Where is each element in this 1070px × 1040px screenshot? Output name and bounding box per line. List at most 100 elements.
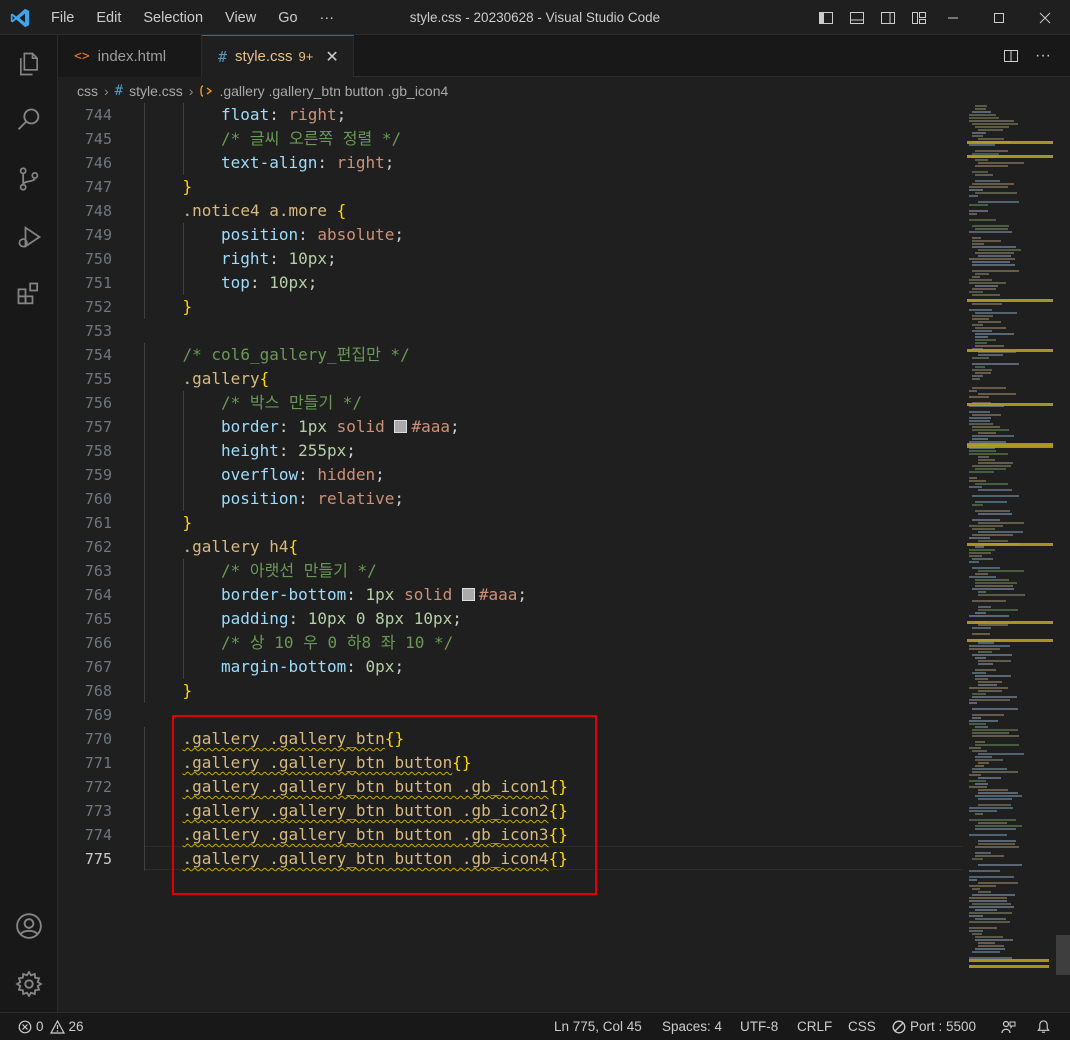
minimap-line — [969, 396, 989, 398]
encoding[interactable]: UTF-8 — [740, 1013, 778, 1040]
tab-style-css[interactable]: # style.css 9+ ✕ — [202, 35, 354, 77]
code-line[interactable]: 758 height: 255px; — [58, 439, 963, 463]
close-tab-icon[interactable]: ✕ — [325, 47, 338, 67]
problems-indicator[interactable]: 0 26 — [18, 1013, 84, 1040]
code-line[interactable]: 744 float: right; — [58, 103, 963, 127]
minimap-line — [969, 204, 988, 206]
code-line[interactable]: 746 text-align: right; — [58, 151, 963, 175]
code-line[interactable]: 757 border: 1px solid #aaa; — [58, 415, 963, 439]
minimap-line — [969, 420, 990, 422]
code-line[interactable]: 768} — [58, 679, 963, 703]
code-line[interactable]: 754 /* col6_gallery_편집만 */ — [58, 343, 963, 367]
minimap-warning-marker — [969, 965, 1049, 968]
close-window-icon[interactable] — [1022, 0, 1068, 35]
minimize-icon[interactable] — [930, 0, 976, 35]
menu-selection[interactable]: Selection — [132, 10, 214, 26]
code-editor[interactable]: 744 float: right; 745 /* 글씨 오른쪽 정렬 */ 746 tex… — [58, 103, 963, 1012]
code-line[interactable]: 748 .notice4 a.more { — [58, 199, 963, 223]
code-line[interactable]: 750 right: 10px; — [58, 247, 963, 271]
minimap-line — [978, 462, 1013, 464]
indent-guide — [144, 799, 145, 823]
minimap-line — [969, 885, 996, 887]
indent-guide — [144, 583, 145, 607]
line-number: 761 — [84, 514, 112, 532]
minimap-line — [972, 567, 1000, 569]
code-line[interactable]: 766 /* 상 10 우 0 하8 좌 10 */ — [58, 631, 963, 655]
tab-index-html[interactable]: <> index.html — [58, 35, 202, 77]
source-control-icon[interactable] — [0, 155, 58, 203]
notifications-bell-icon[interactable] — [1036, 1013, 1051, 1040]
code-token: { — [336, 201, 347, 220]
account-icon[interactable] — [0, 902, 58, 950]
minimap-line — [975, 345, 1004, 347]
extensions-icon[interactable] — [0, 270, 58, 318]
css-file-icon: # — [114, 83, 124, 99]
minimap-warning-marker — [967, 621, 1053, 624]
toggle-primary-sidebar-icon[interactable] — [810, 0, 841, 35]
language-mode[interactable]: CSS — [848, 1013, 876, 1040]
code-line[interactable]: 753 — [58, 319, 963, 343]
color-swatch[interactable] — [461, 587, 475, 601]
code-token: margin-bottom — [221, 657, 347, 676]
code-line[interactable]: 761} — [58, 511, 963, 535]
toggle-secondary-sidebar-icon[interactable] — [872, 0, 903, 35]
menu-file[interactable]: File — [40, 10, 85, 26]
code-line[interactable]: 751 top: 10px; — [58, 271, 963, 295]
code-line[interactable]: 752} — [58, 295, 963, 319]
menu-go[interactable]: Go — [267, 10, 308, 26]
feedback-icon[interactable] — [1000, 1013, 1016, 1040]
menu-edit[interactable]: Edit — [85, 10, 132, 26]
code-line[interactable]: 759 overflow: hidden; — [58, 463, 963, 487]
menu-view[interactable]: View — [214, 10, 267, 26]
settings-gear-icon[interactable] — [0, 960, 58, 1008]
code-line[interactable]: 763 /* 아랫선 만들기 */ — [58, 559, 963, 583]
minimap-line — [972, 429, 1009, 431]
cursor-position[interactable]: Ln 775, Col 45 — [554, 1013, 642, 1040]
color-swatch[interactable] — [394, 419, 408, 433]
minimap-line — [969, 549, 995, 551]
minimap-line — [972, 888, 980, 890]
end-of-line[interactable]: CRLF — [797, 1013, 832, 1040]
maximize-icon[interactable] — [976, 0, 1022, 35]
toggle-panel-icon[interactable] — [841, 0, 872, 35]
breadcrumb-symbol[interactable]: .gallery .gallery_btn button .gb_icon4 — [219, 83, 448, 99]
run-debug-icon[interactable] — [0, 213, 58, 261]
code-token: 10px — [288, 249, 327, 268]
breadcrumb-folder[interactable]: css — [77, 83, 98, 99]
menu-more[interactable]: ··· — [309, 10, 346, 26]
code-line[interactable]: 755 .gallery{ — [58, 367, 963, 391]
code-line[interactable]: 747} — [58, 175, 963, 199]
code-line[interactable]: 756 /* 박스 만들기 */ — [58, 391, 963, 415]
split-editor-icon[interactable] — [996, 35, 1026, 77]
minimap-line — [972, 528, 995, 530]
code-line[interactable]: 767 margin-bottom: 0px; — [58, 655, 963, 679]
code-line[interactable]: 762 .gallery h4{ — [58, 535, 963, 559]
line-number: 757 — [84, 418, 112, 436]
breadcrumb-file[interactable]: style.css — [129, 83, 183, 99]
more-actions-icon[interactable]: ··· — [1028, 35, 1058, 77]
minimap-line — [969, 915, 983, 917]
minimap-line — [969, 834, 1007, 836]
minimap-line — [975, 468, 1006, 470]
minimap-line — [969, 453, 1008, 455]
activity-bar — [0, 35, 58, 1012]
code-line[interactable]: 760 position: relative; — [58, 487, 963, 511]
code-line[interactable]: 745 /* 글씨 오른쪽 정렬 */ — [58, 127, 963, 151]
indentation[interactable]: Spaces: 4 — [662, 1013, 722, 1040]
line-number: 764 — [84, 586, 112, 604]
indent-guide — [144, 631, 145, 655]
scrollbar-thumb[interactable] — [1056, 935, 1070, 975]
minimap-line — [975, 669, 996, 671]
minimap-line — [978, 354, 1003, 356]
live-server-port[interactable]: Port : 5500 — [892, 1013, 976, 1040]
minimap-line — [969, 219, 996, 221]
search-icon[interactable] — [0, 96, 58, 144]
code-token: ; — [346, 441, 356, 460]
code-line[interactable]: 765 padding: 10px 0 8px 10px; — [58, 607, 963, 631]
minimap-line — [972, 264, 1015, 266]
explorer-icon[interactable] — [0, 40, 58, 88]
code-line[interactable]: 764 border-bottom: 1px solid #aaa; — [58, 583, 963, 607]
code-line[interactable]: 749 position: absolute; — [58, 223, 963, 247]
minimap[interactable] — [963, 103, 1070, 1012]
minimap-line — [975, 759, 1003, 761]
